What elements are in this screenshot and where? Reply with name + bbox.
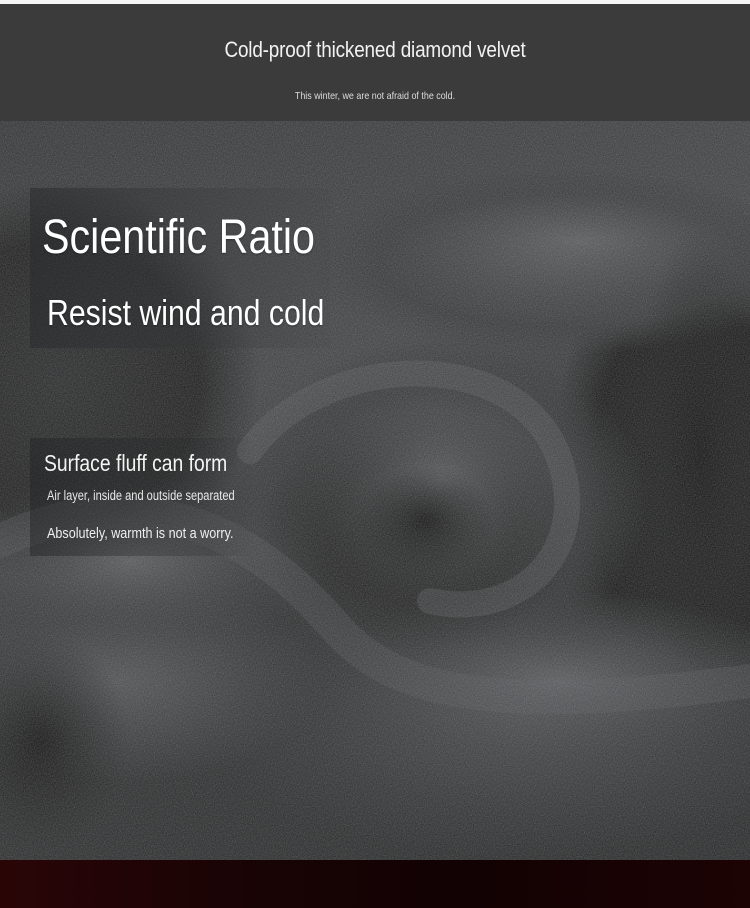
header-subtitle: This winter, we are not afraid of the co… [294,90,456,102]
header-title: Cold-proof thickened diamond velvet [224,37,526,62]
subheadline: Resist wind and cold [47,292,325,333]
header-banner: Cold-proof thickened diamond velvet This… [0,0,750,121]
headline: Scientific Ratio [42,211,316,264]
feature-line-2: Absolutely, warmth is not a worry. [47,525,234,542]
product-detail-page: Cold-proof thickened diamond velvet This… [0,0,750,908]
feature-line-1: Air layer, inside and outside separated [47,488,235,503]
feature-title: Surface fluff can form [44,450,228,476]
bottom-strip [0,860,750,908]
